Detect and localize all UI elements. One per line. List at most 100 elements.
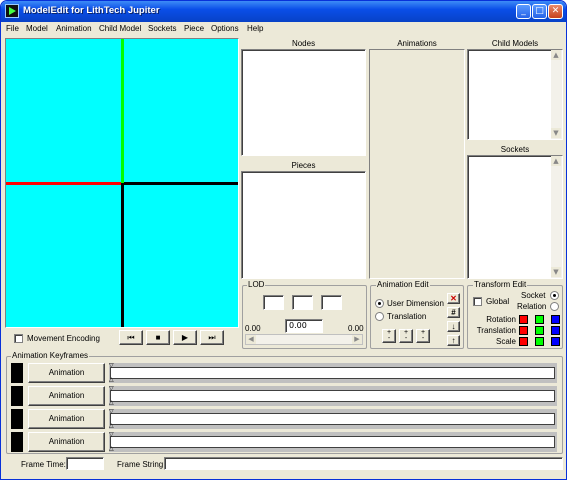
keyframe-track[interactable]: ▽ △	[109, 386, 557, 406]
sockets-header: Sockets	[500, 145, 530, 154]
increment-x-button[interactable]: + -	[382, 329, 396, 343]
arrow-up-icon[interactable]: ↑	[447, 335, 460, 346]
keyframe-marker-icon[interactable]: △	[109, 377, 114, 383]
menu-piece[interactable]: Piece	[184, 24, 204, 33]
lod-field-1[interactable]	[263, 295, 284, 310]
sockets-list[interactable]: ▲ ▼	[467, 155, 563, 279]
menu-sockets[interactable]: Sockets	[148, 24, 176, 33]
animation-button[interactable]: Animation	[28, 386, 105, 406]
keyframe-timeline[interactable]	[110, 367, 555, 379]
rewind-button[interactable]: ⏮	[119, 330, 143, 345]
translation-y-swatch[interactable]	[535, 326, 544, 335]
menu-file[interactable]: File	[6, 24, 19, 33]
translation-x-swatch[interactable]	[519, 326, 528, 335]
keyframe-timeline[interactable]	[110, 390, 555, 402]
relation-radio[interactable]	[550, 302, 559, 311]
transform-edit-label: Transform Edit	[473, 280, 528, 289]
keyframe-timeline[interactable]	[110, 436, 555, 448]
rotation-label: Rotation	[486, 315, 516, 324]
scale-z-swatch[interactable]	[551, 337, 560, 346]
keyframe-marker-icon[interactable]: ▽	[109, 432, 114, 438]
user-dimension-radio[interactable]	[375, 299, 384, 308]
global-checkbox[interactable]	[473, 297, 482, 306]
animation-button[interactable]: Animation	[28, 363, 105, 383]
keyframe-marker-icon[interactable]: △	[109, 446, 114, 452]
lod-field-2[interactable]	[292, 295, 313, 310]
keyframe-marker-icon[interactable]: ▽	[109, 409, 114, 415]
menu-animation[interactable]: Animation	[56, 24, 92, 33]
animation-keyframes-label: Animation Keyframes	[11, 351, 90, 360]
keyframe-color-swatch	[11, 409, 23, 429]
maximize-icon[interactable]: □	[532, 4, 547, 19]
keyframe-track[interactable]: ▽ △	[109, 409, 557, 429]
movement-encoding-label: Movement Encoding	[27, 334, 100, 343]
viewport-frame	[5, 38, 239, 328]
keyframe-timeline[interactable]	[110, 413, 555, 425]
menu-help[interactable]: Help	[247, 24, 263, 33]
lod-field-3[interactable]	[321, 295, 342, 310]
z-axis-line	[124, 182, 238, 185]
keyframe-color-swatch	[11, 432, 23, 452]
window-title: ModelEdit for LithTech Jupiter	[23, 5, 160, 16]
delete-icon[interactable]: ✕	[447, 293, 460, 304]
animation-button[interactable]: Animation	[28, 409, 105, 429]
keyframe-track[interactable]: ▽ △	[109, 432, 557, 452]
scale-x-swatch[interactable]	[519, 337, 528, 346]
nodes-header: Nodes	[291, 39, 316, 48]
rotation-x-swatch[interactable]	[519, 315, 528, 324]
x-axis-line	[6, 182, 121, 185]
child-models-header: Child Models	[491, 39, 539, 48]
translation-label: Translation	[387, 312, 427, 321]
translation-radio[interactable]	[375, 312, 384, 321]
sockets-scrollbar[interactable]: ▲ ▼	[551, 156, 562, 278]
scale-y-swatch[interactable]	[535, 337, 544, 346]
arrow-down-icon[interactable]: ↓	[447, 321, 460, 332]
keyframe-marker-icon[interactable]: ▽	[109, 363, 114, 369]
close-icon[interactable]: ✕	[548, 4, 563, 19]
scroll-up-icon[interactable]: ▲	[551, 50, 561, 60]
pieces-header: Pieces	[291, 161, 316, 170]
number-icon[interactable]: #	[447, 307, 460, 318]
scroll-right-icon[interactable]: ▶	[352, 335, 362, 344]
menu-options[interactable]: Options	[211, 24, 239, 33]
child-models-list[interactable]: ▲ ▼	[467, 49, 563, 140]
scroll-left-icon[interactable]: ◀	[246, 335, 256, 344]
translation-z-swatch[interactable]	[551, 326, 560, 335]
increment-y-button[interactable]: + -	[399, 329, 413, 343]
lod-scrollbar[interactable]: ◀ ▶	[245, 334, 363, 345]
child-models-scrollbar[interactable]: ▲ ▼	[551, 50, 562, 139]
keyframe-row: Animation ▽ △	[11, 363, 559, 383]
keyframe-marker-icon[interactable]: ▽	[109, 386, 114, 392]
animations-list[interactable]	[369, 49, 465, 279]
stop-button[interactable]: ■	[146, 330, 170, 345]
scroll-up-icon[interactable]: ▲	[551, 156, 561, 166]
end-button[interactable]: ⏭	[200, 330, 224, 345]
frame-time-label: Frame Time:	[21, 460, 66, 469]
animation-button[interactable]: Animation	[28, 432, 105, 452]
keyframe-track[interactable]: ▽ △	[109, 363, 557, 383]
app-icon	[5, 4, 19, 18]
menu-model[interactable]: Model	[26, 24, 48, 33]
keyframe-row: Animation ▽ △	[11, 386, 559, 406]
rotation-z-swatch[interactable]	[551, 315, 560, 324]
keyframe-row: Animation ▽ △	[11, 409, 559, 429]
minimize-icon[interactable]: _	[516, 4, 531, 19]
menu-child-model[interactable]: Child Model	[99, 24, 141, 33]
scroll-down-icon[interactable]: ▼	[551, 128, 561, 138]
play-button[interactable]: ▶	[173, 330, 197, 345]
increment-z-button[interactable]: + -	[416, 329, 430, 343]
3d-viewport[interactable]	[6, 39, 238, 327]
movement-encoding-checkbox[interactable]	[14, 334, 23, 343]
lod-current-input[interactable]: 0.00	[285, 319, 323, 333]
scroll-down-icon[interactable]: ▼	[551, 267, 561, 277]
keyframe-color-swatch	[11, 386, 23, 406]
rotation-y-swatch[interactable]	[535, 315, 544, 324]
keyframe-marker-icon[interactable]: △	[109, 400, 114, 406]
keyframe-color-swatch	[11, 363, 23, 383]
pieces-list[interactable]	[241, 171, 366, 279]
socket-radio[interactable]	[550, 291, 559, 300]
animations-header: Animations	[397, 39, 437, 48]
nodes-tree[interactable]	[241, 49, 366, 156]
keyframe-marker-icon[interactable]: △	[109, 423, 114, 429]
global-label: Global	[486, 297, 510, 306]
